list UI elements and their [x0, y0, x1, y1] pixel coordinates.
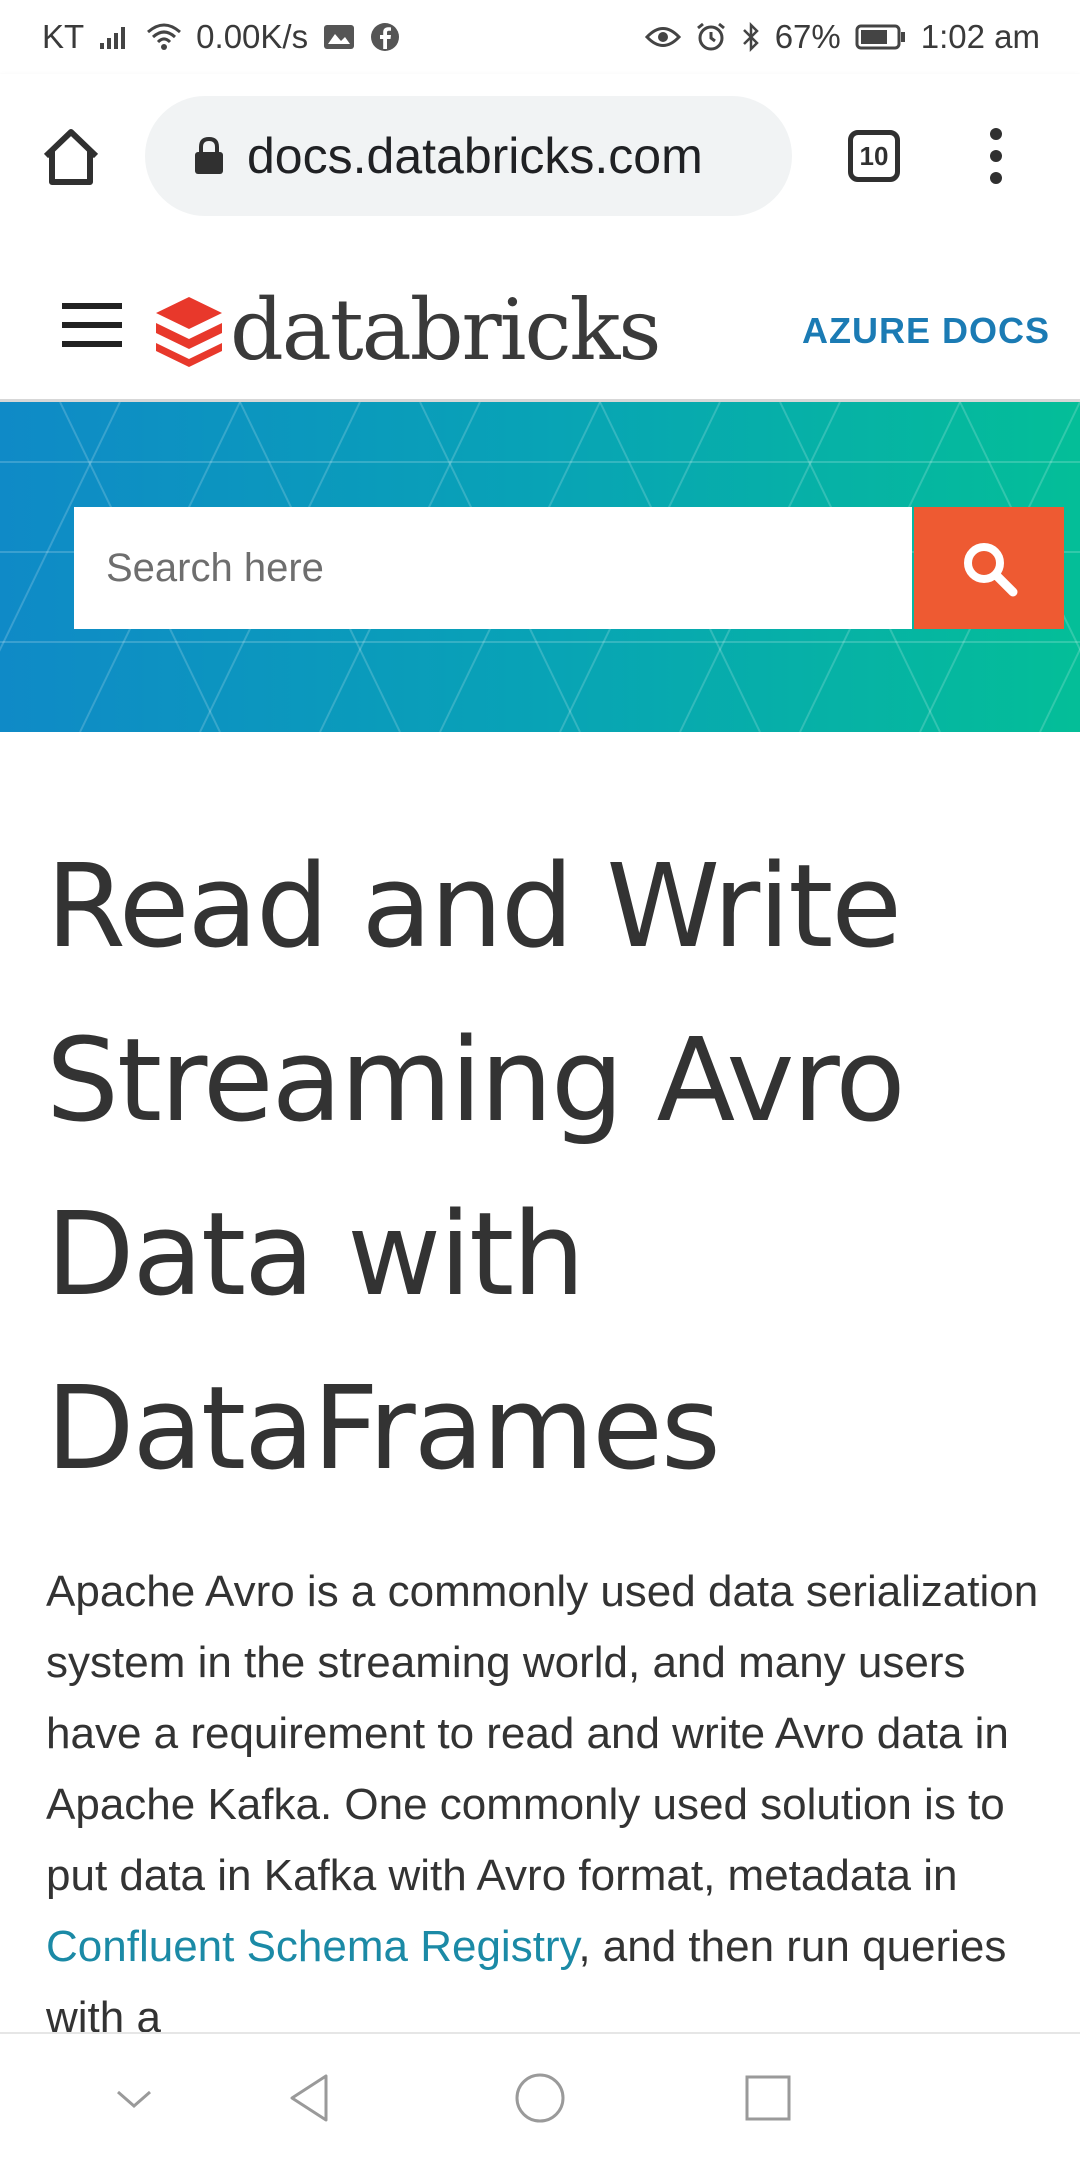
hide-nav-button[interactable]: [104, 2068, 164, 2128]
recents-square-icon: [745, 2075, 791, 2121]
search-icon: [964, 543, 1018, 597]
address-bar[interactable]: docs.databricks.com: [145, 96, 792, 216]
search-button[interactable]: [914, 507, 1064, 629]
back-button[interactable]: [282, 2068, 342, 2128]
confluent-schema-registry-link[interactable]: Confluent Schema Registry: [46, 1922, 578, 1971]
signal-icon: [98, 23, 132, 51]
back-triangle-icon: [290, 2074, 328, 2122]
browser-menu-button[interactable]: [978, 126, 1014, 186]
lock-icon: [195, 136, 223, 174]
url-text: docs.databricks.com: [247, 128, 703, 184]
tab-count: 10: [859, 140, 889, 171]
hamburger-icon: [62, 303, 122, 347]
status-bar-right: 67% 1:02 am: [644, 18, 1040, 56]
chevron-down-icon: [117, 2090, 151, 2108]
status-bar-left: KT 0.00K/s: [42, 18, 400, 56]
alarm-icon: [695, 21, 727, 53]
site-header: databricks AZURE DOCS: [0, 240, 1080, 402]
home-button[interactable]: [40, 126, 102, 188]
more-vert-icon: [990, 128, 1002, 184]
databricks-logo-mark: [156, 297, 222, 367]
gallery-notification-icon: [322, 22, 356, 52]
status-bar: KT 0.00K/s 67% 1:02 am: [0, 0, 1080, 74]
carrier-label: KT: [42, 18, 85, 55]
article-title: Read and Write Streaming Avro Data with …: [46, 840, 906, 1496]
browser-toolbar: docs.databricks.com 10: [0, 74, 1080, 240]
article-intro: Apache Avro is a commonly used data seri…: [46, 1556, 1046, 2053]
recents-button[interactable]: [738, 2068, 798, 2128]
bluetooth-icon: [741, 21, 761, 53]
tab-switcher-button[interactable]: 10: [848, 130, 900, 182]
battery-icon: [855, 23, 907, 51]
logo-wordmark: databricks: [230, 281, 662, 379]
home-icon: [43, 129, 99, 185]
azure-docs-link[interactable]: AZURE DOCS: [802, 310, 1050, 352]
battery-percent: 67%: [774, 18, 841, 55]
clock-time: 1:02 am: [920, 18, 1040, 55]
article-content: Read and Write Streaming Avro Data with …: [46, 820, 1046, 2053]
home-circle-icon: [515, 2073, 565, 2123]
databricks-logo[interactable]: databricks: [152, 281, 662, 379]
search-input[interactable]: [74, 507, 912, 629]
wifi-icon: [146, 22, 182, 52]
system-nav-bar: [0, 2032, 1080, 2162]
hamburger-menu-button[interactable]: [62, 303, 122, 347]
intro-text-part-1: Apache Avro is a commonly used data seri…: [46, 1567, 1039, 1900]
eye-icon: [644, 24, 681, 50]
home-nav-button[interactable]: [510, 2068, 570, 2128]
hero-banner: [0, 402, 1080, 732]
net-speed-label: 0.00K/s: [196, 18, 309, 55]
facebook-icon: [370, 22, 400, 52]
